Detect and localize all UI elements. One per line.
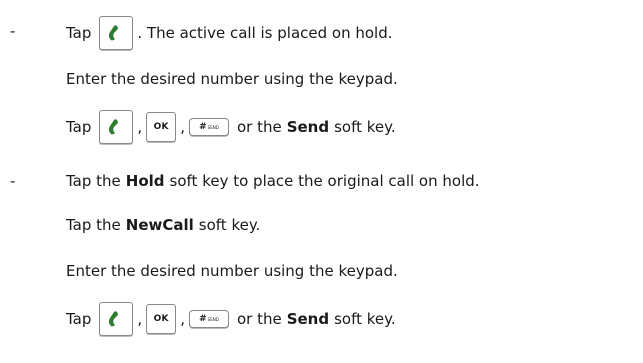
step-text: Enter the desired number using the keypa… xyxy=(66,70,398,88)
comma: , xyxy=(137,118,143,136)
step-text: or the xyxy=(236,310,282,328)
newcall-softkey-label: NewCall xyxy=(125,216,194,234)
step-text: Tap the xyxy=(66,172,121,190)
send-softkey-label: Send xyxy=(286,118,330,136)
step-line: Enter the desired number using the keypa… xyxy=(66,70,398,88)
hash-send-key: # SEND xyxy=(188,310,229,328)
call-key xyxy=(99,16,134,50)
step-text: Tap xyxy=(66,118,92,136)
step-text: or the xyxy=(236,118,282,136)
step-text: soft key. xyxy=(334,310,396,328)
send-softkey-label: Send xyxy=(286,310,330,328)
hash-label: # xyxy=(199,122,207,132)
step-text: Tap xyxy=(66,310,92,328)
phone-handset-icon xyxy=(109,311,119,327)
step-line: Tap , OK , # SEND or the Send soft key. xyxy=(66,110,396,144)
step-text: soft key to place the original call on h… xyxy=(169,172,480,190)
bullet-dash: - xyxy=(10,172,16,190)
send-sub-label: SEND xyxy=(207,124,219,130)
send-sub-label: SEND xyxy=(207,316,219,322)
phone-handset-icon xyxy=(109,25,119,41)
bullet-dash: - xyxy=(10,22,16,40)
step-text: Enter the desired number using the keypa… xyxy=(66,262,398,280)
step-line: Tap . The active call is placed on hold. xyxy=(66,16,393,50)
comma: , xyxy=(137,310,143,328)
call-key xyxy=(99,302,134,336)
comma: , xyxy=(180,310,185,328)
hash-label: # xyxy=(199,314,207,324)
step-line: Tap the Hold soft key to place the origi… xyxy=(66,172,480,190)
step-line: Tap , OK , # SEND or the Send soft key. xyxy=(66,302,396,336)
step-line: Enter the desired number using the keypa… xyxy=(66,262,398,280)
step-text: . The active call is placed on hold. xyxy=(137,24,393,42)
step-text: soft key. xyxy=(198,216,261,234)
ok-key: OK xyxy=(146,112,177,142)
step-text: Tap xyxy=(66,24,92,42)
hash-send-key: # SEND xyxy=(188,118,229,136)
phone-handset-icon xyxy=(109,119,119,135)
hold-softkey-label: Hold xyxy=(125,172,165,190)
step-text: soft key. xyxy=(334,118,396,136)
step-line: Tap the NewCall soft key. xyxy=(66,216,260,234)
ok-key: OK xyxy=(146,304,177,334)
step-text: Tap the xyxy=(66,216,121,234)
comma: , xyxy=(180,118,185,136)
call-key xyxy=(99,110,134,144)
